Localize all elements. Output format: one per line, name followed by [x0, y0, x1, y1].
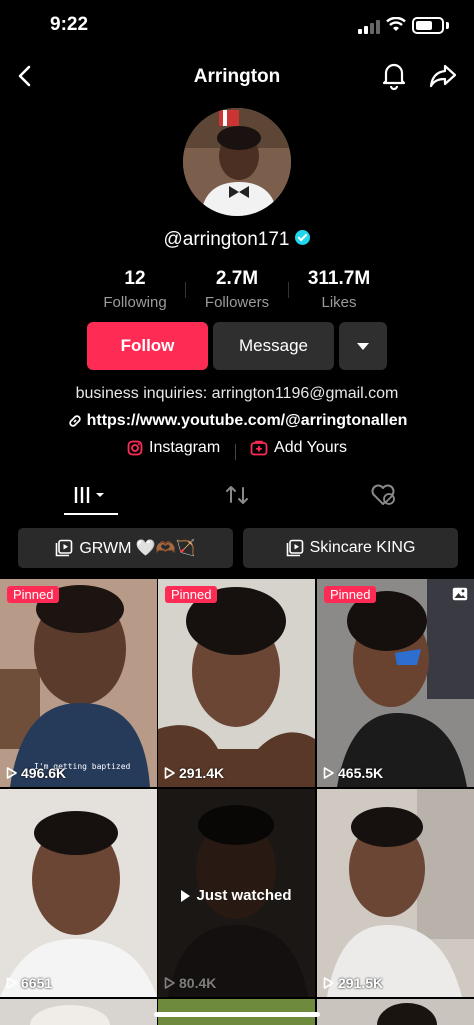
bio-link[interactable]: https://www.youtube.com/@arringtonallen [0, 412, 474, 430]
content-tabs [0, 476, 474, 516]
stat-following[interactable]: 12 Following [80, 268, 190, 311]
view-count: 465.5K [323, 765, 383, 781]
view-count: 496.6K [6, 765, 66, 781]
more-options-button[interactable] [339, 322, 387, 370]
profile-stats: 12 Following 2.7M Followers 311.7M Likes [0, 268, 474, 312]
video-thumbnail-image [0, 789, 157, 997]
link-icon [68, 415, 81, 427]
signal-icon [358, 20, 380, 34]
photo-icon [452, 587, 468, 601]
status-time: 9:22 [50, 14, 89, 35]
video-thumbnail[interactable]: Pinned 465.5K [317, 579, 474, 787]
caret-down-icon [357, 342, 369, 350]
bio-link-text: https://www.youtube.com/@arringtonallen [86, 412, 408, 429]
video-thumbnail[interactable] [0, 999, 157, 1025]
video-thumbnail[interactable] [317, 999, 474, 1025]
share-arrow-icon[interactable] [428, 62, 458, 90]
stat-value: 12 [124, 268, 146, 289]
username: @arrington171 [163, 229, 290, 250]
just-watched-label: Just watched [158, 887, 315, 904]
playlist-icon [56, 539, 73, 557]
playlist-label: Skincare KING [309, 539, 416, 556]
instagram-icon [127, 440, 143, 456]
add-yours-link[interactable]: Add Yours [250, 439, 347, 457]
play-icon [323, 977, 334, 989]
verified-badge-icon [295, 230, 311, 246]
avatar[interactable] [183, 108, 291, 216]
instagram-link[interactable]: Instagram [127, 439, 220, 457]
view-count-value: 496.6K [21, 765, 67, 781]
pinned-badge: Pinned [324, 586, 377, 603]
video-thumbnail-image [0, 999, 157, 1025]
view-count: 80.4K [164, 975, 216, 991]
video-thumbnail[interactable]: Pinned 291.4K [158, 579, 315, 787]
video-grid: Pinned I'm getting baptized 496.6K Pinne… [0, 579, 474, 1025]
video-thumbnail-image [317, 789, 474, 997]
video-thumbnail[interactable]: Just watched 80.4K [158, 789, 315, 997]
stat-label: Likes [321, 294, 357, 311]
video-thumbnail-image [317, 999, 474, 1025]
stat-label: Following [103, 294, 167, 311]
playlist-icon [286, 539, 303, 557]
video-thumbnail-image [317, 579, 474, 787]
video-thumbnail[interactable]: 6651 [0, 789, 157, 997]
instagram-label: Instagram [149, 439, 221, 456]
view-count-value: 80.4K [179, 975, 217, 991]
playlist-grwm[interactable]: GRWM 🤍🫶🏾🏹 [18, 528, 233, 568]
wifi-icon [386, 17, 406, 31]
view-count-value: 291.5K [338, 975, 384, 991]
play-icon [6, 977, 17, 989]
profile-header: Arrington [0, 56, 474, 98]
video-grid-icon [74, 487, 104, 503]
username-row: @arrington171 [0, 229, 474, 251]
avatar-image [183, 108, 291, 216]
pinned-badge: Pinned [7, 586, 60, 603]
message-button[interactable]: Message [213, 322, 334, 370]
video-thumbnail-image [158, 579, 315, 787]
hidden-heart-icon [371, 484, 395, 505]
play-icon [164, 767, 175, 779]
playlist-skincare[interactable]: Skincare KING [243, 528, 458, 568]
just-watched-text: Just watched [196, 887, 292, 904]
tab-reposts[interactable] [210, 476, 264, 514]
add-yours-label: Add Yours [274, 439, 347, 456]
view-count: 291.5K [323, 975, 383, 991]
stat-value: 311.7M [307, 268, 371, 289]
play-icon [323, 767, 334, 779]
playlist-label: GRWM 🤍🫶🏾🏹 [79, 540, 196, 557]
video-thumbnail[interactable]: Pinned I'm getting baptized 496.6K [0, 579, 157, 787]
view-count-value: 465.5K [338, 765, 384, 781]
social-links: Instagram Add Yours [0, 439, 474, 461]
playlist-row: GRWM 🤍🫶🏾🏹 Skincare KING [0, 528, 474, 568]
follow-button[interactable]: Follow [87, 322, 208, 370]
tab-liked[interactable] [356, 476, 410, 514]
view-count-value: 291.4K [179, 765, 225, 781]
profile-actions: Follow Message [0, 322, 474, 370]
tab-videos[interactable] [64, 476, 118, 514]
view-count: 6651 [6, 975, 52, 991]
social-divider [234, 443, 236, 460]
play-icon [164, 977, 175, 989]
battery-icon [412, 17, 444, 34]
view-count: 291.4K [164, 765, 224, 781]
add-yours-icon [250, 440, 268, 456]
stat-followers[interactable]: 2.7M Followers [182, 268, 292, 311]
home-indicator [154, 1012, 320, 1017]
play-icon [6, 767, 17, 779]
repost-icon [226, 486, 248, 504]
bell-icon[interactable] [380, 60, 408, 90]
stat-label: Followers [204, 294, 270, 311]
stat-value: 2.7M [215, 268, 259, 289]
bio-text: business inquiries: arrington1196@gmail.… [75, 385, 399, 402]
stat-likes[interactable]: 311.7M Likes [284, 268, 394, 311]
video-thumbnail-image [0, 579, 157, 787]
status-bar: 9:22 [0, 0, 474, 54]
view-count-value: 6651 [21, 975, 53, 991]
active-tab-indicator [64, 513, 118, 515]
play-icon [181, 889, 191, 902]
video-thumbnail[interactable]: 291.5K [317, 789, 474, 997]
pinned-badge: Pinned [165, 586, 218, 603]
battery-cap [446, 22, 449, 29]
